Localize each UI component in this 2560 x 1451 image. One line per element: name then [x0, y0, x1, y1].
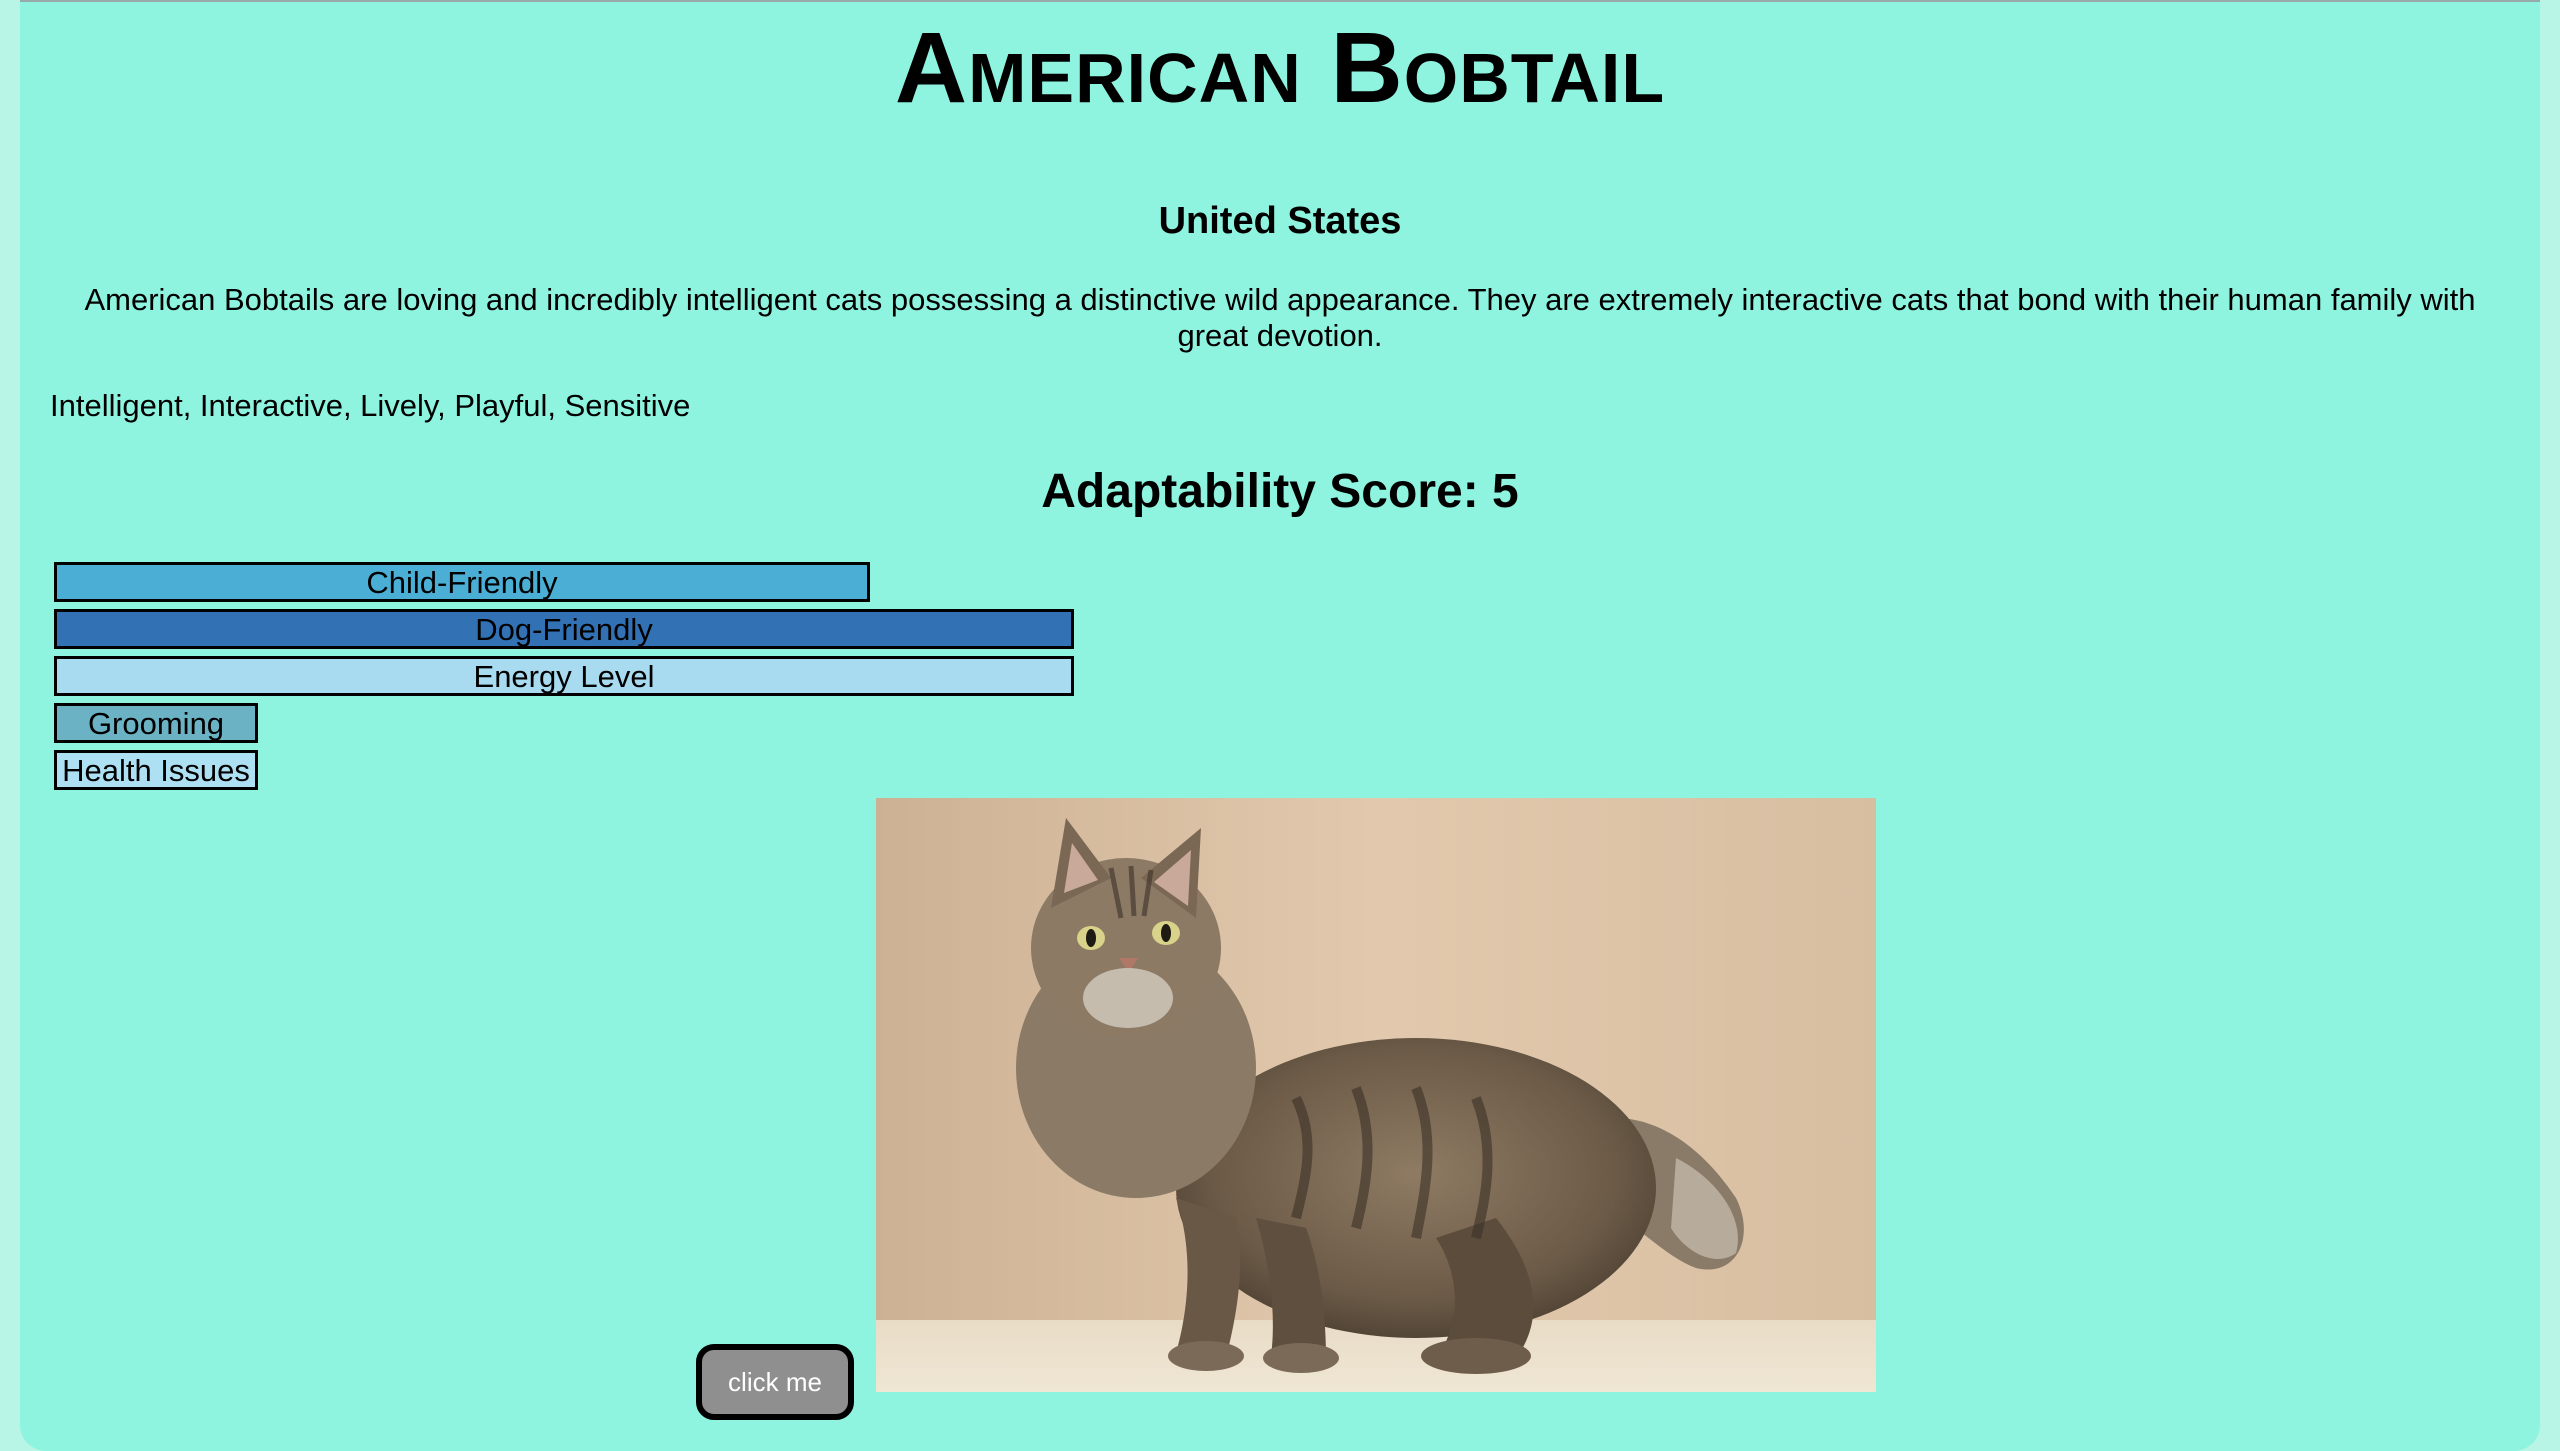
breed-card: American Bobtail United States American … — [20, 0, 2540, 1451]
trait-bar-health-issues: Health Issues — [54, 750, 258, 790]
trait-bars: Child-Friendly Dog-Friendly Energy Level… — [54, 562, 1074, 797]
trait-bar-energy-level: Energy Level — [54, 656, 1074, 696]
breed-title: American Bobtail — [894, 12, 1666, 124]
breed-description: American Bobtails are loving and incredi… — [84, 282, 2476, 353]
trait-bar-child-friendly: Child-Friendly — [54, 562, 870, 602]
breed-origin: United States — [1158, 200, 1402, 242]
breed-temperament: Intelligent, Interactive, Lively, Playfu… — [50, 388, 691, 423]
cat-illustration — [876, 798, 1876, 1392]
cat-photo — [876, 798, 1876, 1392]
trait-bar-dog-friendly: Dog-Friendly — [54, 609, 1074, 649]
click-me-button[interactable]: click me — [696, 1344, 854, 1420]
trait-bar-grooming: Grooming — [54, 703, 258, 743]
adaptability-score: Adaptability Score: 5 — [1041, 465, 1519, 518]
